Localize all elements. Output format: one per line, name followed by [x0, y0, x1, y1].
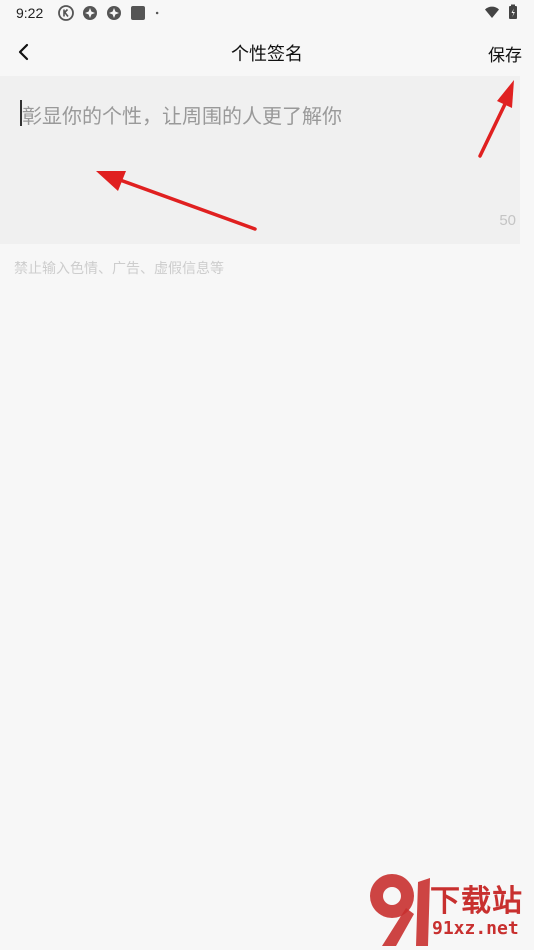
notification-icons	[58, 5, 164, 21]
app-bar: 个性签名 保存	[0, 28, 534, 76]
battery-charging-icon	[509, 4, 517, 19]
watermark: 下载站 91xz.net	[362, 868, 532, 948]
char-count: 50	[499, 212, 516, 229]
square-icon	[131, 6, 145, 20]
watermark-title: 下载站	[430, 884, 523, 919]
aperture-icon	[107, 6, 121, 20]
status-bar: 9:22	[0, 0, 534, 28]
wifi-icon	[485, 6, 499, 18]
save-button[interactable]: 保存	[488, 41, 522, 66]
watermark-url: 91xz.net	[432, 918, 519, 939]
k-circle-icon	[58, 5, 74, 21]
page-title: 个性签名	[231, 44, 303, 65]
aperture-icon	[83, 6, 97, 20]
status-time: 9:22	[16, 5, 44, 21]
dot-icon	[155, 11, 159, 15]
logo-91-icon	[370, 874, 430, 946]
signature-placeholder: 彰显你的个性，让周围的人更了解你	[22, 104, 342, 128]
content-rules-hint: 禁止输入色情、广告、虚假信息等	[14, 261, 224, 277]
system-icons	[484, 4, 518, 20]
